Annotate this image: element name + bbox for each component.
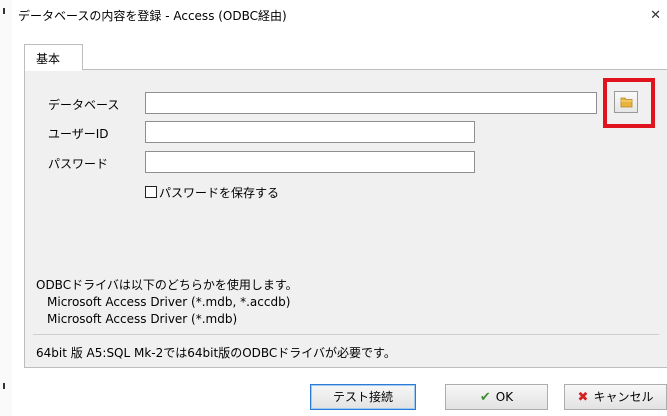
driver-notes: ODBCドライバは以下のどちらかを使用します。 Microsoft Access… [36, 277, 298, 328]
tab-label: 基本 [36, 52, 61, 66]
divider [33, 334, 659, 335]
x-icon: ✖ [577, 389, 589, 405]
background-window-mark [3, 8, 5, 14]
save-password-label[interactable]: パスワードを保存する [159, 184, 279, 201]
cancel-button[interactable]: ✖ キャンセル [564, 384, 667, 410]
database-label: データベース [48, 98, 120, 112]
window-title: データベースの内容を登録 - Access (ODBC経由) [18, 9, 287, 23]
highlight-box [603, 78, 655, 128]
bitness-info: 64bit 版 A5:SQL Mk-2では64bit版のODBCドライバが必要で… [36, 346, 396, 360]
database-path-input[interactable] [145, 92, 597, 114]
user-id-input[interactable] [145, 121, 475, 143]
ok-button[interactable]: ✔ OK [445, 384, 548, 410]
driver-note-line: Microsoft Access Driver (*.mdb) [47, 312, 238, 326]
check-icon: ✔ [479, 389, 491, 405]
save-password-checkbox[interactable] [145, 186, 157, 198]
tab-basic[interactable]: 基本 [24, 44, 83, 70]
ok-label: OK [495, 390, 514, 404]
tab-joint [25, 68, 81, 71]
test-connection-label: テスト接続 [332, 390, 393, 404]
test-connection-button[interactable]: テスト接続 [310, 384, 416, 410]
close-icon[interactable]: ✕ [650, 8, 661, 23]
tab-panel: データベース ユーザーID パスワード パスワードを保存する ODBCドライバは… [24, 69, 667, 368]
password-label: パスワード [48, 157, 109, 171]
cancel-label: キャンセル [593, 390, 654, 404]
background-window-mark [3, 383, 5, 389]
user-id-label: ユーザーID [48, 127, 109, 141]
dialog-window: データベースの内容を登録 - Access (ODBC経由) ✕ 基本 データベ… [12, 0, 667, 416]
driver-note-line: ODBCドライバは以下のどちらかを使用します。 [36, 278, 298, 292]
password-input[interactable] [145, 151, 475, 173]
driver-note-line: Microsoft Access Driver (*.mdb, *.accdb) [47, 295, 291, 309]
